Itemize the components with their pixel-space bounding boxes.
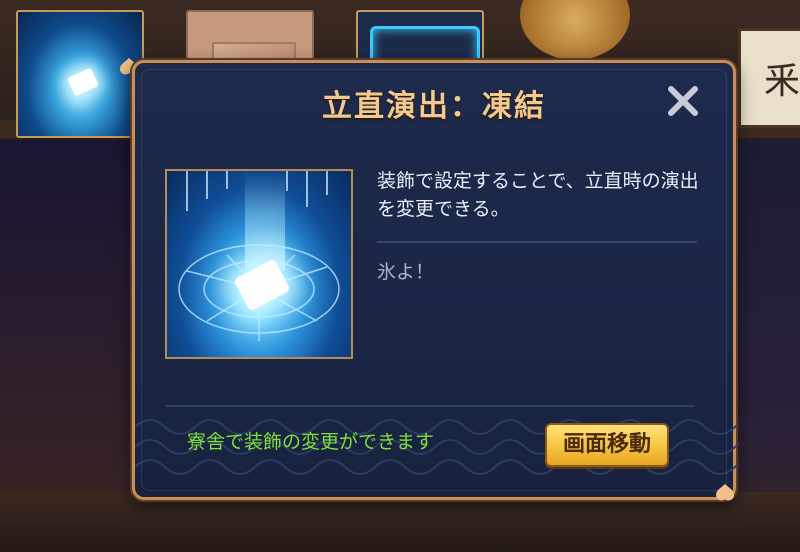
sign-text: 釆: [763, 61, 800, 102]
effect-description: 装飾で設定することで、立直時の演出を変更できる。: [377, 170, 699, 220]
go-to-screen-button[interactable]: 画面移動: [545, 423, 669, 467]
effect-preview-image: [165, 169, 353, 359]
ice-crack-pattern: [178, 171, 340, 341]
divider: [377, 241, 697, 243]
petal-icon: [716, 484, 734, 501]
close-icon[interactable]: [663, 81, 703, 121]
item-detail-dialog: 立直演出：凍結 装飾で設定することで、立直時の演出を変更できる。 氷よ！ 寮舎で…: [132, 60, 739, 500]
hint-text: 寮舎で装飾の変更ができます: [187, 431, 435, 453]
floor: [0, 492, 800, 552]
mahjong-tile-icon: [66, 67, 100, 97]
effect-quote: 氷よ！: [377, 261, 435, 283]
divider: [165, 405, 695, 407]
dialog-title: 立直演出：凍結: [322, 89, 546, 124]
background-left-window: [0, 140, 140, 552]
background-sign: 釆: [738, 28, 800, 128]
